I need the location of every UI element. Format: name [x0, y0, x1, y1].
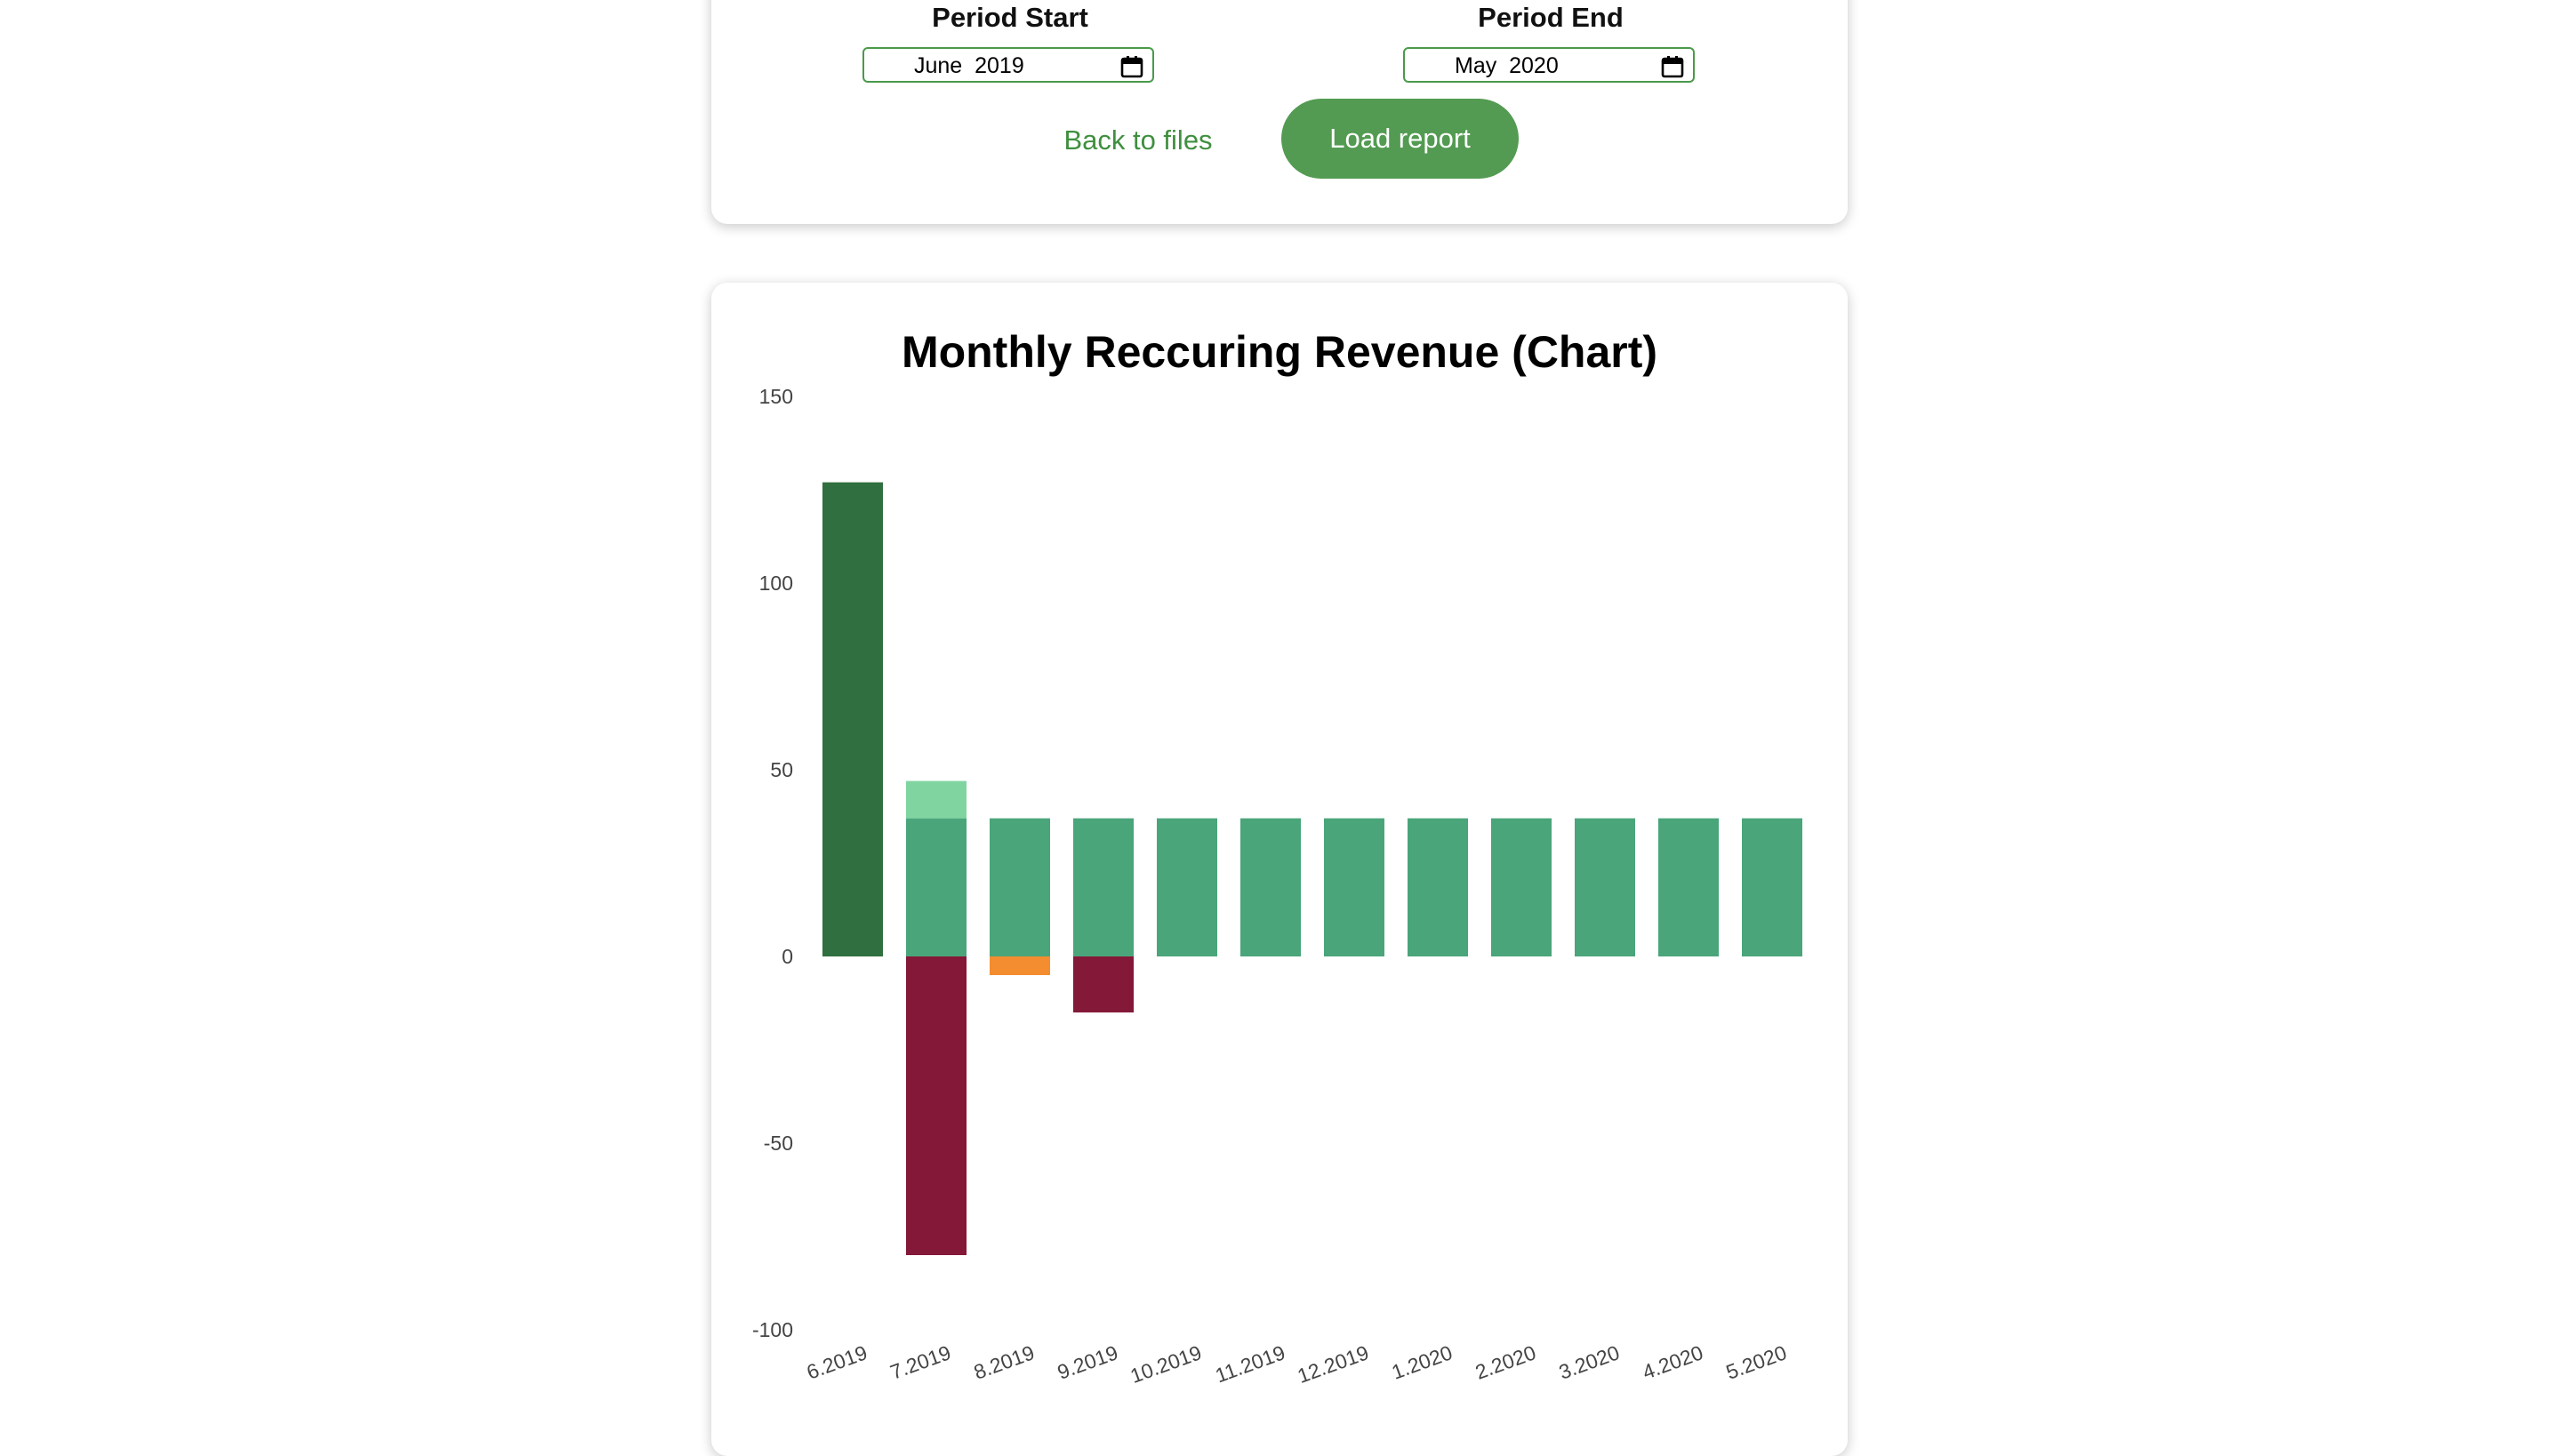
y-tick-label: -100 [752, 1318, 793, 1341]
bar-group [822, 482, 1802, 1255]
period-start-value: June 2019 [914, 53, 1024, 78]
bar-7.2019-series-1[interactable] [906, 818, 967, 956]
load-report-button[interactable]: Load report [1281, 99, 1519, 179]
calendar-icon[interactable] [1120, 55, 1143, 78]
period-end-field: Period End May 2020 [1403, 0, 1698, 83]
period-start-field: Period Start June 2019 [862, 0, 1158, 83]
bar-10.2019-series-1[interactable] [1157, 818, 1217, 956]
back-to-files-link[interactable]: Back to files [1049, 123, 1227, 158]
bar-6.2019-series-0[interactable] [822, 482, 883, 956]
x-tick-label: 5.2020 [1723, 1340, 1790, 1383]
y-tick-label: -50 [764, 1132, 793, 1155]
period-end-label: Period End [1478, 2, 1624, 33]
period-end-input[interactable]: May 2020 [1403, 47, 1695, 83]
x-tick-label: 4.2020 [1640, 1340, 1706, 1383]
x-tick-label: 11.2019 [1212, 1340, 1288, 1387]
bar-8.2019-series-1[interactable] [990, 818, 1050, 956]
period-start-label: Period Start [932, 2, 1088, 33]
calendar-icon[interactable] [1661, 55, 1684, 78]
bar-9.2019-series-1[interactable] [1073, 818, 1134, 956]
x-tick-label: 10.2019 [1127, 1340, 1205, 1388]
bar-8.2019-series-4[interactable] [990, 956, 1050, 975]
bar-2.2020-series-1[interactable] [1491, 818, 1552, 956]
x-tick-label: 1.2020 [1389, 1340, 1456, 1383]
bar-11.2019-series-1[interactable] [1240, 818, 1301, 956]
bar-7.2019-series-3[interactable] [906, 956, 967, 1255]
period-end-value: May 2020 [1455, 53, 1559, 78]
bar-3.2020-series-1[interactable] [1575, 818, 1635, 956]
x-tick-label: 6.2019 [804, 1340, 870, 1383]
bar-7.2019-series-2[interactable] [906, 780, 967, 819]
revenue-chart: 150 100 50 0 -50 -100 6.2019 7.2019 8.2019 9.201… [752, 385, 1802, 1388]
bar-12.2019-series-1[interactable] [1324, 818, 1384, 956]
bar-4.2020-series-1[interactable] [1658, 818, 1719, 956]
y-tick-label: 50 [770, 758, 793, 781]
x-tick-label: 8.2019 [971, 1340, 1038, 1383]
x-tick-label: 3.2020 [1556, 1340, 1623, 1383]
revenue-chart-card: Monthly Reccuring Revenue (Chart) 150 100… [711, 283, 1848, 1456]
y-tick-label: 150 [759, 385, 793, 408]
x-axis: 6.2019 7.2019 8.2019 9.2019 10.2019 11.2019 12… [804, 1340, 1790, 1388]
x-tick-label: 2.2020 [1472, 1340, 1539, 1383]
y-tick-label: 100 [759, 572, 793, 595]
report-filter-card: Period Start June 2019 Period End May 20… [711, 0, 1848, 224]
y-tick-label: 0 [782, 945, 793, 968]
x-tick-label: 7.2019 [887, 1340, 954, 1383]
x-tick-label: 12.2019 [1295, 1340, 1372, 1388]
period-start-input[interactable]: June 2019 [862, 47, 1154, 83]
x-tick-label: 9.2019 [1055, 1340, 1121, 1383]
bar-5.2020-series-1[interactable] [1742, 818, 1802, 956]
y-axis: 150 100 50 0 -50 -100 [752, 385, 793, 1341]
bar-9.2019-series-3[interactable] [1073, 956, 1134, 1012]
bar-1.2020-series-1[interactable] [1408, 818, 1468, 956]
